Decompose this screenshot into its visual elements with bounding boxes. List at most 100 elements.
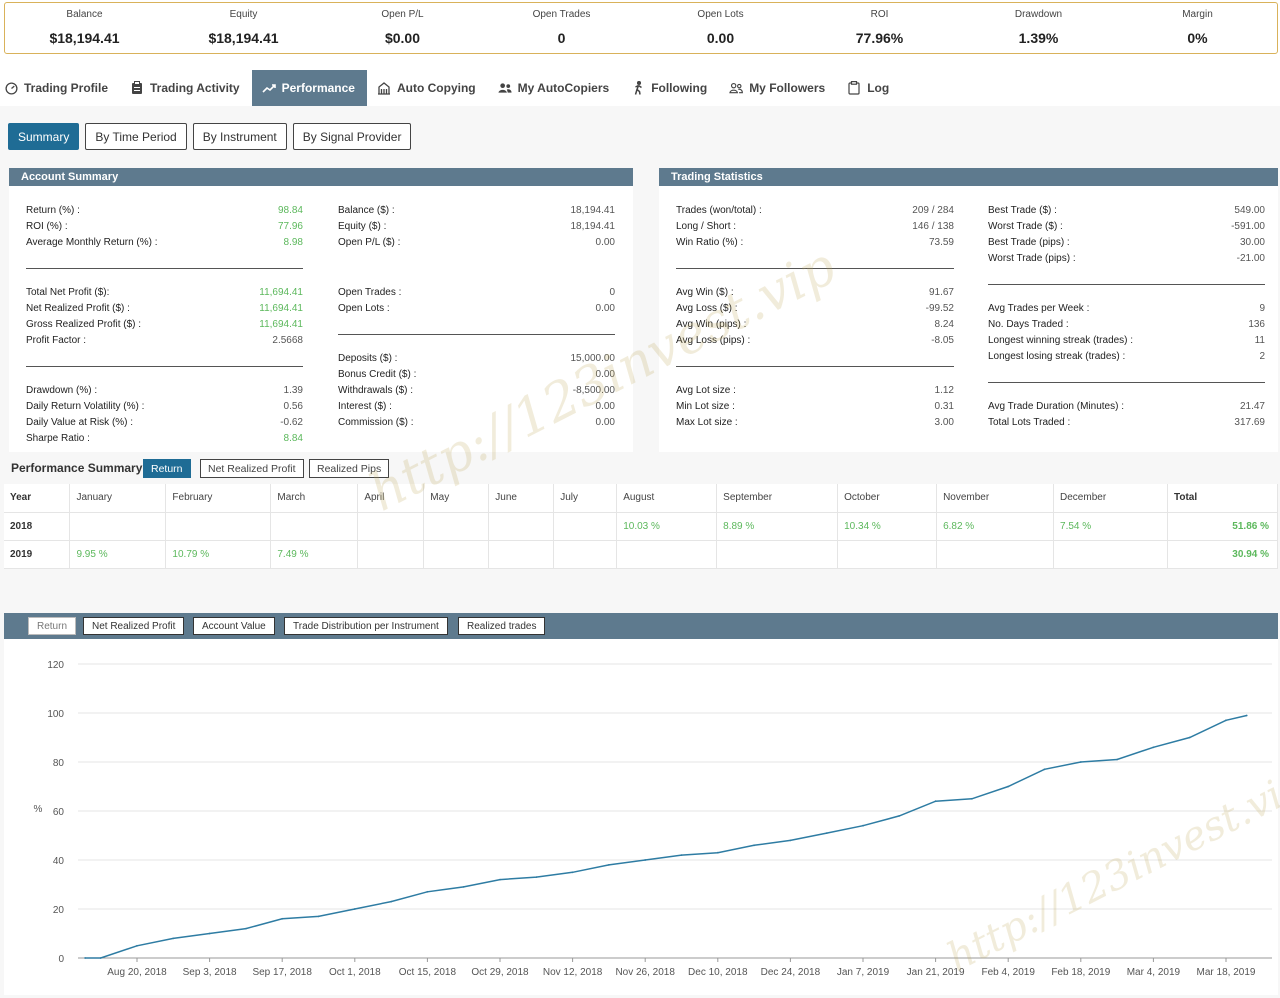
stat-row: Return (%) : 98.84 — [26, 204, 303, 218]
stat-open-lots: Open Lots 0.00 — [641, 3, 800, 53]
stat-row-label: Average Monthly Return (%) : — [26, 237, 158, 248]
tab-my-autocopiers[interactable]: My AutoCopiers — [488, 70, 622, 106]
stat-row-value: 209 / 284 — [912, 205, 954, 216]
subtab-by-time-period-button[interactable]: By Time Period — [85, 123, 187, 150]
chart-return-button[interactable]: Return — [28, 617, 77, 635]
series-return-point — [571, 871, 574, 874]
tab-auto-copying[interactable]: Auto Copying — [367, 70, 488, 106]
stat-row-label: Worst Trade ($) : — [988, 221, 1063, 232]
stat-row-label: Withdrawals ($) : — [338, 385, 414, 396]
chart-toolbar: Return Net Realized Profit Account Value… — [4, 613, 1278, 639]
x-tick-label: Oct 29, 2018 — [471, 967, 529, 978]
stat-margin: Margin 0% — [1118, 3, 1277, 53]
x-tick-label: Mar 4, 2019 — [1127, 967, 1181, 978]
stat-row-label: Min Lot size : — [676, 401, 735, 412]
stat-row-value: 136 — [1248, 319, 1265, 330]
tab-following[interactable]: Following — [621, 70, 719, 106]
subtab-by-instrument-button[interactable]: By Instrument — [192, 123, 287, 150]
dashboard-icon — [4, 81, 18, 95]
stat-row-label: Long / Short : — [676, 221, 737, 232]
stat-row-value: 2 — [1259, 351, 1265, 362]
account-summary-header: Account Summary — [9, 168, 633, 186]
series-return-point — [99, 957, 102, 959]
stat-value: 0.00 — [706, 30, 735, 46]
stat-row-value: 0.00 — [595, 417, 615, 428]
stat-row-value: 0.00 — [595, 401, 615, 412]
stat-row: Net Realized Profit ($) : 11,694.41 — [26, 302, 303, 316]
stat-row-label: Profit Factor : — [26, 335, 87, 346]
stat-row: Withdrawals ($) : -8,500.00 — [338, 384, 615, 398]
subtab-summary-button[interactable]: Summary — [8, 123, 80, 150]
stat-row-label: Worst Trade (pips) : — [988, 253, 1076, 264]
tab-trading-activity[interactable]: Trading Activity — [120, 70, 252, 106]
stat-row-label: Longest losing streak (trades) : — [988, 351, 1126, 362]
stat-row-label: No. Days Traded : — [988, 319, 1069, 330]
stat-row-value: 0.31 — [934, 401, 954, 412]
month-return-cell: 10.03 % — [616, 512, 718, 541]
stat-row-label: Daily Value at Risk (%) : — [26, 417, 134, 428]
chart-realized-trades-button[interactable]: Realized trades — [458, 617, 546, 635]
tab-label: My Followers — [749, 81, 826, 95]
account-summary-panel: Return (%) : 98.84 ROI (%) : 77.96 Average M… — [9, 186, 633, 452]
stat-roi: ROI 77.96% — [800, 3, 959, 53]
stat-label: Equity — [229, 9, 258, 20]
tab-trading-profile[interactable]: Trading Profile — [0, 70, 120, 106]
stat-row: Worst Trade ($) : -591.00 — [988, 220, 1265, 234]
stat-row-value: 18,194.41 — [570, 205, 616, 216]
series-return-point — [1152, 746, 1155, 749]
divider — [26, 268, 303, 269]
tab-log[interactable]: Log — [837, 70, 901, 106]
users-outline-icon — [729, 81, 744, 95]
perf-return-button[interactable]: Return — [143, 459, 191, 478]
y-tick-label: 120 — [47, 660, 64, 671]
stat-row-value: 98.84 — [277, 205, 303, 216]
stat-row: Best Trade ($) : 549.00 — [988, 204, 1265, 218]
y-tick-label: 0 — [58, 954, 64, 965]
walking-icon — [631, 81, 645, 95]
column-header-october: October — [837, 484, 938, 513]
stat-row: ROI (%) : 77.96 — [26, 220, 303, 234]
stat-equity: Equity $18,194.41 — [164, 3, 323, 53]
series-return-point — [608, 864, 610, 866]
stat-row: Profit Factor : 2.5668 — [26, 334, 303, 348]
stat-value: 0 — [557, 30, 566, 46]
series-return-point — [934, 800, 937, 803]
stat-value: 1.39% — [1018, 30, 1059, 46]
stat-row-value: 11,694.41 — [259, 319, 303, 330]
stat-row-value: 0.00 — [595, 369, 615, 380]
y-tick-label: 40 — [53, 856, 65, 867]
tab-label: Trading Profile — [24, 81, 109, 95]
x-tick-label: Aug 20, 2018 — [107, 967, 167, 978]
chart-trade-distribution-button[interactable]: Trade Distribution per Instrument — [284, 617, 448, 635]
subtab-bar: Summary By Time Period By Instrument By Sig… — [8, 123, 412, 150]
subtab-by-signal-provider-button[interactable]: By Signal Provider — [292, 123, 412, 150]
stat-row: Total Lots Traded : 317.69 — [988, 416, 1265, 430]
tab-label: Log — [867, 81, 890, 95]
stat-label: Open Trades — [532, 9, 591, 20]
stat-row-value: 8.24 — [934, 319, 954, 330]
series-return-point — [644, 859, 647, 861]
series-return-point — [172, 937, 175, 940]
chart-account-value-button[interactable]: Account Value — [193, 617, 275, 635]
users-icon — [498, 81, 512, 95]
trading-statistics-panel: Trades (won/total) : 209 / 284 Long / Shor… — [659, 186, 1278, 452]
divider — [988, 382, 1265, 383]
building-icon — [377, 81, 391, 95]
stat-row-value: 0.00 — [595, 303, 615, 314]
tab-performance[interactable]: Performance — [251, 70, 367, 106]
column-header-march: March — [270, 484, 359, 513]
series-return-point — [317, 915, 320, 918]
column-header-total: Total — [1167, 484, 1279, 513]
stat-row: Interest ($) : 0.00 — [338, 400, 615, 414]
stat-row-value: 9 — [1259, 303, 1265, 314]
chart-net-realized-profit-button[interactable]: Net Realized Profit — [83, 617, 185, 635]
stat-row-label: Drawdown (%) : — [26, 385, 98, 396]
tab-label: Trading Activity — [150, 81, 240, 95]
perf-realized-pips-button[interactable]: Realized Pips — [309, 459, 390, 478]
tab-my-followers[interactable]: My Followers — [719, 70, 837, 106]
month-return-cell: 7.49 % — [270, 540, 359, 569]
stat-row-value: -21.00 — [1236, 253, 1265, 264]
perf-net-realized-profit-button[interactable]: Net Realized Profit — [200, 459, 304, 478]
stat-row: Balance ($) : 18,194.41 — [338, 204, 615, 218]
stat-row: Best Trade (pips) : 30.00 — [988, 236, 1265, 250]
